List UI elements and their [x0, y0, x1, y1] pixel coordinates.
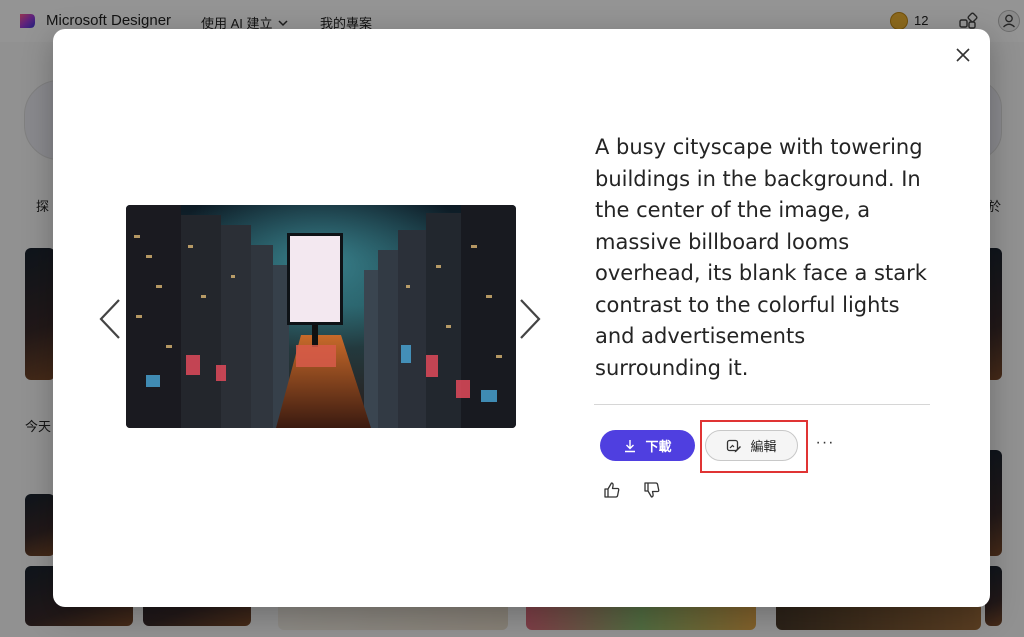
image-detail-dialog: A busy cityscape with towering buildings… — [53, 29, 990, 607]
download-label: 下載 — [645, 439, 672, 454]
image-description: A busy cityscape with towering buildings… — [595, 135, 927, 380]
generated-image-preview[interactable] — [126, 205, 516, 428]
chevron-right-icon[interactable] — [517, 297, 543, 341]
edit-label: 編輯 — [750, 439, 777, 454]
more-options-button[interactable]: ··· — [815, 434, 835, 456]
download-icon — [625, 439, 636, 452]
close-icon[interactable] — [951, 43, 975, 67]
divider — [594, 404, 930, 405]
edit-button[interactable]: 編輯 — [705, 430, 798, 461]
download-button[interactable]: 下載 — [600, 430, 695, 461]
thumbs-up-icon[interactable] — [602, 480, 622, 500]
chevron-left-icon[interactable] — [97, 297, 123, 341]
thumbs-down-icon[interactable] — [642, 480, 662, 500]
edit-image-icon — [727, 439, 742, 452]
